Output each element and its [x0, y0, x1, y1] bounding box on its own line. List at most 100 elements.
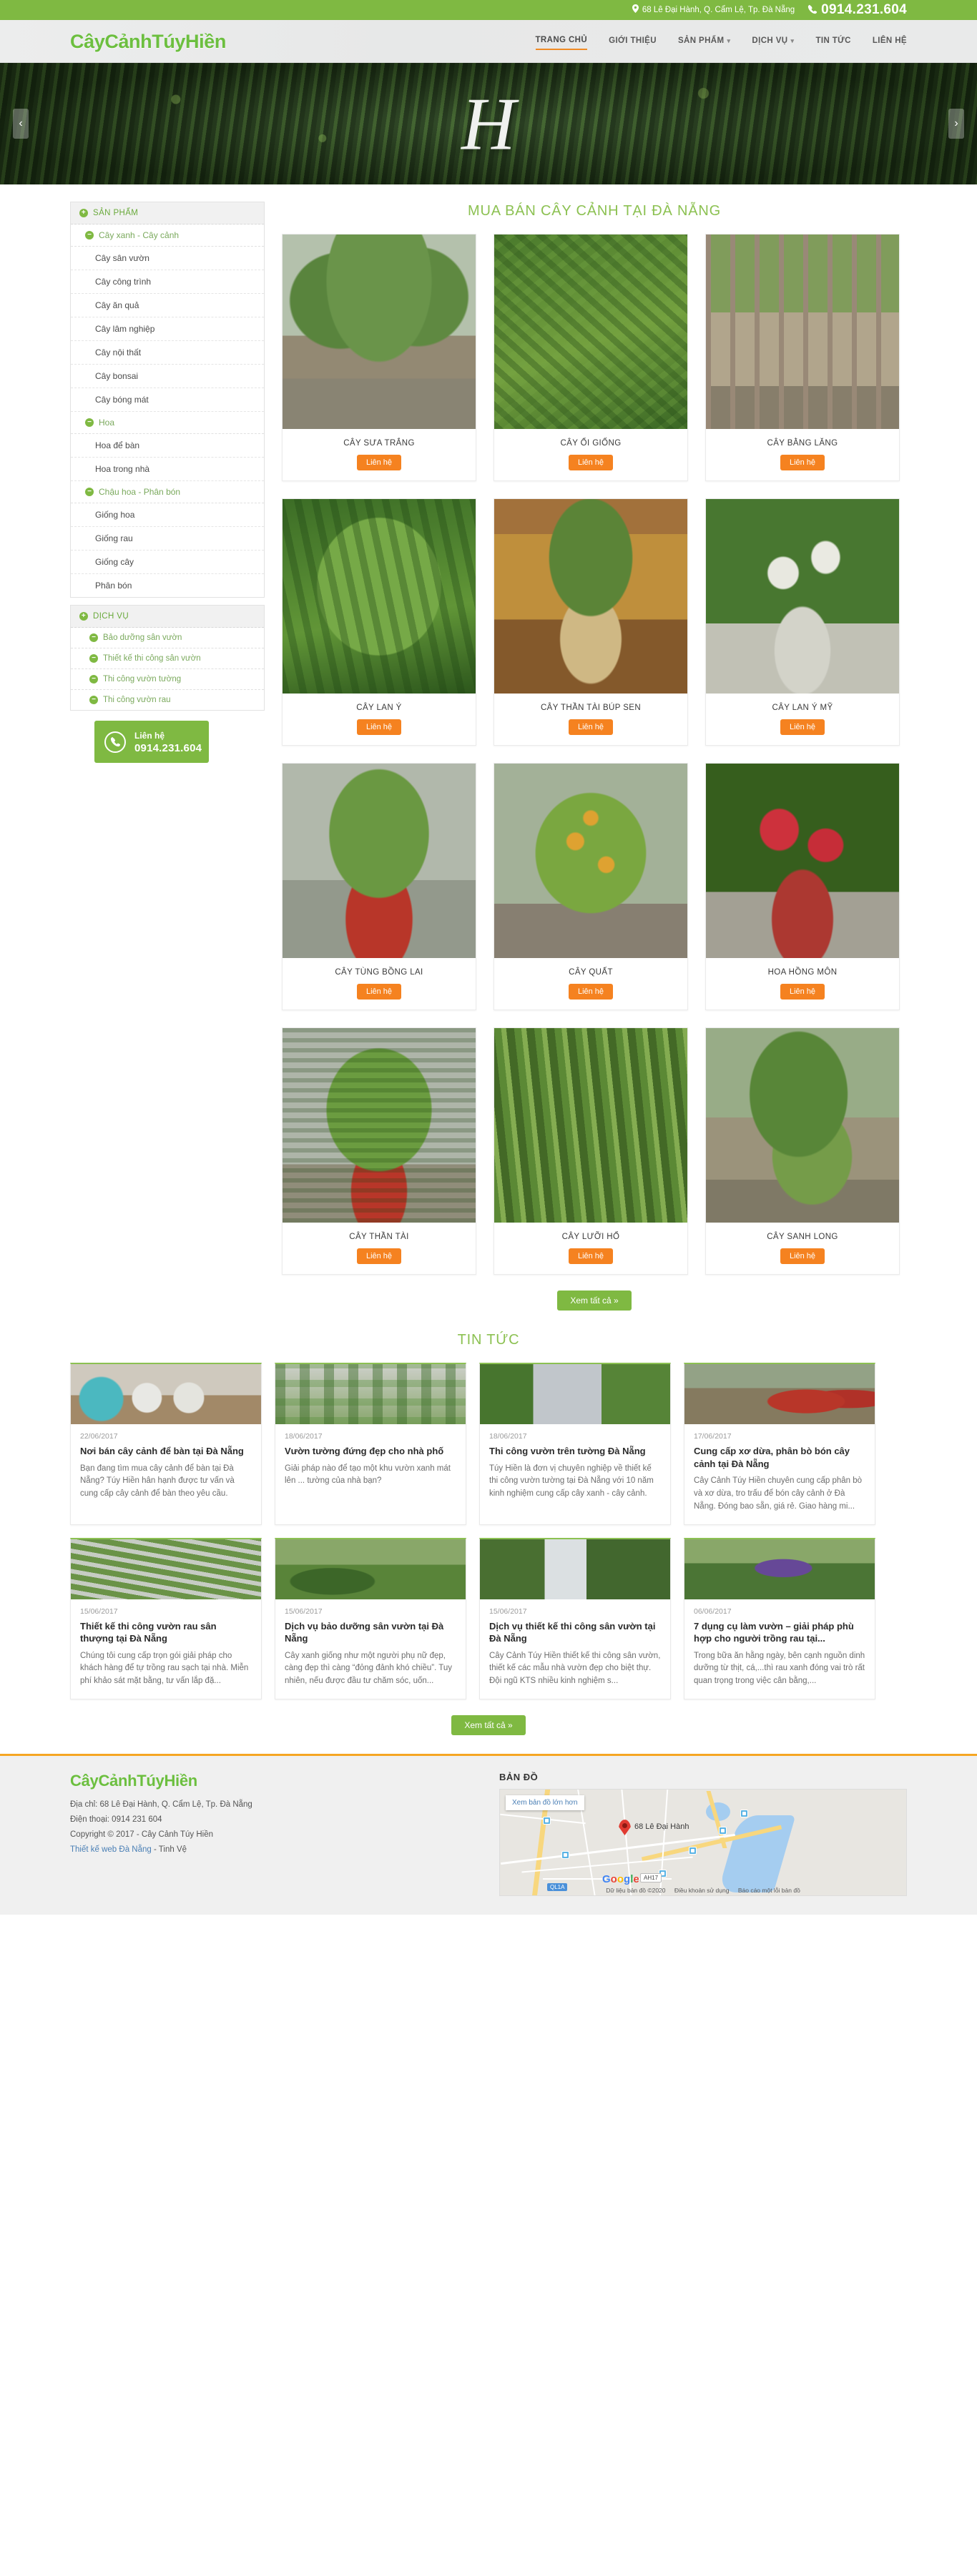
- minus-circle-icon: −: [89, 654, 98, 663]
- chevron-down-icon: ▾: [790, 36, 795, 44]
- product-image: [494, 235, 687, 429]
- news-title[interactable]: Cung cấp xơ dừa, phân bò bón cây cảnh tạ…: [694, 1445, 865, 1470]
- news-card[interactable]: 15/06/2017 Thiết kế thi công vườn rau sâ…: [70, 1537, 262, 1700]
- news-image: [684, 1539, 875, 1599]
- news-title[interactable]: Nơi bán cây cảnh để bàn tại Đà Nẵng: [80, 1445, 252, 1458]
- sidebar-item-giong-cay[interactable]: Giống cây: [71, 551, 264, 574]
- topbar-phone[interactable]: 0914.231.604: [807, 2, 907, 18]
- news-image: [480, 1364, 670, 1424]
- footer-address: Địa chỉ: 68 Lê Đại Hành, Q. Cẩm Lệ, Tp. …: [70, 1800, 252, 1810]
- news-card[interactable]: 15/06/2017 Dịch vụ bảo dưỡng sân vườn tạ…: [275, 1537, 466, 1700]
- nav-item-trang-chu[interactable]: TRANG CHỦ: [535, 33, 588, 50]
- nav-item-tin-tuc[interactable]: TIN TỨC: [815, 34, 850, 49]
- nav-item-dich-vu[interactable]: DỊCH VỤ ▾: [752, 34, 794, 49]
- sidebar-item-hoa-de-ban[interactable]: Hoa để bàn: [71, 434, 264, 458]
- map-report-link[interactable]: Báo cáo một lỗi bản đồ: [738, 1887, 800, 1894]
- sidebar-group-chau-hoa-phan-bon[interactable]: − Chậu hoa - Phân bón: [71, 481, 264, 503]
- map-data-note: Dữ liệu bản đồ ©2020: [606, 1887, 666, 1895]
- product-card[interactable]: CÂY SANH LONG Liên hệ: [705, 1027, 900, 1275]
- product-card[interactable]: CÂY SƯA TRẮNG Liên hệ: [282, 234, 476, 481]
- hotline-number: 0914.231.604: [134, 742, 202, 754]
- sidebar-item-cay-noi-that[interactable]: Cây nội thất: [71, 341, 264, 365]
- footer-credit-link[interactable]: Thiết kế web Đà Nẵng: [70, 1845, 152, 1854]
- product-contact-button[interactable]: Liên hệ: [780, 455, 825, 470]
- sidebar-item-cay-bong-mat[interactable]: Cây bóng mát: [71, 388, 264, 412]
- product-card[interactable]: CÂY QUẤT Liên hệ: [494, 763, 688, 1010]
- news-title[interactable]: Thi công vườn trên tường Đà Nẵng: [489, 1445, 661, 1458]
- slider-next-arrow[interactable]: ›: [948, 109, 964, 139]
- news-card[interactable]: 22/06/2017 Nơi bán cây cảnh để bàn tại Đ…: [70, 1363, 262, 1525]
- product-contact-button[interactable]: Liên hệ: [780, 984, 825, 1000]
- sidebar-item-cay-bonsai[interactable]: Cây bonsai: [71, 365, 264, 388]
- sidebar-item-cay-cong-trinh[interactable]: Cây công trình: [71, 270, 264, 294]
- site-logo[interactable]: CâyCảnhTúyHiền: [70, 31, 226, 53]
- news-card[interactable]: 17/06/2017 Cung cấp xơ dừa, phân bò bón …: [684, 1363, 875, 1525]
- map-view-larger-link[interactable]: Xem bản đồ lớn hơn: [506, 1795, 584, 1811]
- news-title[interactable]: Vườn tường đứng đẹp cho nhà phố: [285, 1445, 456, 1458]
- footer-logo[interactable]: CâyCảnhTúyHiền: [70, 1772, 471, 1790]
- news-card[interactable]: 06/06/2017 7 dụng cụ làm vườn – giải phá…: [684, 1537, 875, 1700]
- product-contact-button[interactable]: Liên hệ: [568, 719, 614, 735]
- sidebar-item-hoa-trong-nha[interactable]: Hoa trong nhà: [71, 458, 264, 481]
- product-image: [706, 764, 899, 958]
- news-title[interactable]: Dịch vụ thiết kế thi công sân vườn tại Đ…: [489, 1620, 661, 1645]
- product-grid: CÂY SƯA TRẮNG Liên hệ CÂY ỔI GIỐNG Liên …: [282, 234, 907, 1275]
- sidebar-item-giong-rau[interactable]: Giống rau: [71, 527, 264, 551]
- product-card[interactable]: HOA HỒNG MÔN Liên hệ: [705, 763, 900, 1010]
- product-card[interactable]: CÂY ỔI GIỐNG Liên hệ: [494, 234, 688, 481]
- sidebar-service-bao-duong-san-vuon[interactable]: − Bảo dưỡng sân vườn: [71, 628, 264, 648]
- product-image: [706, 1028, 899, 1223]
- news-title[interactable]: 7 dụng cụ làm vườn – giải pháp phù hợp c…: [694, 1620, 865, 1645]
- news-card[interactable]: 18/06/2017 Thi công vườn trên tường Đà N…: [479, 1363, 671, 1525]
- product-contact-button[interactable]: Liên hệ: [356, 1248, 402, 1264]
- nav-label: LIÊN HỆ: [872, 36, 907, 45]
- sidebar-group-hoa[interactable]: − Hoa: [71, 412, 264, 434]
- news-card[interactable]: 15/06/2017 Dịch vụ thiết kế thi công sân…: [479, 1537, 671, 1700]
- news-view-all-button[interactable]: Xem tất cả »: [451, 1715, 526, 1736]
- sidebar-service-thi-cong-vuon-rau[interactable]: − Thi công vườn rau: [71, 690, 264, 710]
- sidebar-group-cay-xanh[interactable]: − Cây xanh - Cây cảnh: [71, 224, 264, 247]
- sidebar-item-cay-san-vuon[interactable]: Cây sân vườn: [71, 247, 264, 270]
- products-view-all-button[interactable]: Xem tất cả »: [557, 1291, 632, 1311]
- sidebar-item-cay-an-qua[interactable]: Cây ăn quả: [71, 294, 264, 317]
- sidebar-item-phan-bon[interactable]: Phân bón: [71, 574, 264, 597]
- map-pin-icon: [632, 4, 639, 16]
- sidebar-item-cay-lam-nghiep[interactable]: Cây lâm nghiệp: [71, 317, 264, 341]
- news-card[interactable]: 18/06/2017 Vườn tường đứng đẹp cho nhà p…: [275, 1363, 466, 1525]
- product-contact-button[interactable]: Liên hệ: [568, 1248, 614, 1264]
- sidebar-header-services[interactable]: + DỊCH VỤ: [71, 606, 264, 628]
- product-contact-button[interactable]: Liên hệ: [356, 984, 402, 1000]
- sidebar-service-thi-cong-vuon-tuong[interactable]: − Thi công vườn tường: [71, 669, 264, 690]
- google-letter: o: [617, 1873, 624, 1886]
- sidebar-service-thiet-ke-thi-cong-san-vuon[interactable]: − Thiết kế thi công sân vườn: [71, 648, 264, 669]
- product-card[interactable]: CÂY THẦN TÀI BÚP SEN Liên hệ: [494, 498, 688, 746]
- sidebar-hotline-box[interactable]: Liên hệ 0914.231.604: [94, 721, 209, 763]
- slider-prev-arrow[interactable]: ‹: [13, 109, 29, 139]
- news-title[interactable]: Thiết kế thi công vườn rau sân thượng tạ…: [80, 1620, 252, 1645]
- product-contact-button[interactable]: Liên hệ: [780, 719, 825, 735]
- google-map-embed[interactable]: Xem bản đồ lớn hơn 68 Lê Đại Hành Google…: [499, 1789, 907, 1897]
- product-name: CÂY LƯỠI HỔ: [561, 1233, 620, 1241]
- topbar-address: 68 Lê Đại Hành, Q. Cẩm Lệ, Tp. Đà Nẵng: [632, 4, 795, 16]
- main-column: MUA BÁN CÂY CẢNH TẠI ĐÀ NẴNG CÂY SƯA TRẮ…: [282, 202, 907, 1311]
- product-contact-button[interactable]: Liên hệ: [356, 719, 402, 735]
- sidebar-item-giong-hoa[interactable]: Giống hoa: [71, 503, 264, 527]
- product-contact-button[interactable]: Liên hệ: [568, 984, 614, 1000]
- sidebar-header-products[interactable]: + SẢN PHẨM: [71, 202, 264, 224]
- footer-map-section: BẢN ĐỒ Xem bản đồ lớn hơn 68 Lê Đại Hành…: [499, 1772, 907, 1897]
- product-card[interactable]: CÂY LƯỠI HỔ Liên hệ: [494, 1027, 688, 1275]
- nav-item-gioi-thieu[interactable]: GIỚI THIỆU: [609, 34, 657, 49]
- product-card[interactable]: CÂY TÙNG BỒNG LAI Liên hệ: [282, 763, 476, 1010]
- nav-item-san-pham[interactable]: SẢN PHẨM ▾: [678, 34, 730, 49]
- product-contact-button[interactable]: Liên hệ: [356, 455, 402, 470]
- news-title[interactable]: Dịch vụ bảo dưỡng sân vườn tại Đà Nẵng: [285, 1620, 456, 1645]
- product-card[interactable]: CÂY LAN Ý Liên hệ: [282, 498, 476, 746]
- product-card[interactable]: CÂY BẰNG LĂNG Liên hệ: [705, 234, 900, 481]
- product-image: [283, 499, 476, 694]
- nav-item-lien-he[interactable]: LIÊN HỆ: [873, 34, 907, 49]
- product-contact-button[interactable]: Liên hệ: [568, 455, 614, 470]
- map-terms-link[interactable]: Điều khoản sử dụng: [674, 1887, 730, 1894]
- product-card[interactable]: CÂY THẦN TÀI Liên hệ: [282, 1027, 476, 1275]
- product-contact-button[interactable]: Liên hệ: [780, 1248, 825, 1264]
- product-card[interactable]: CÂY LAN Ý MỸ Liên hệ: [705, 498, 900, 746]
